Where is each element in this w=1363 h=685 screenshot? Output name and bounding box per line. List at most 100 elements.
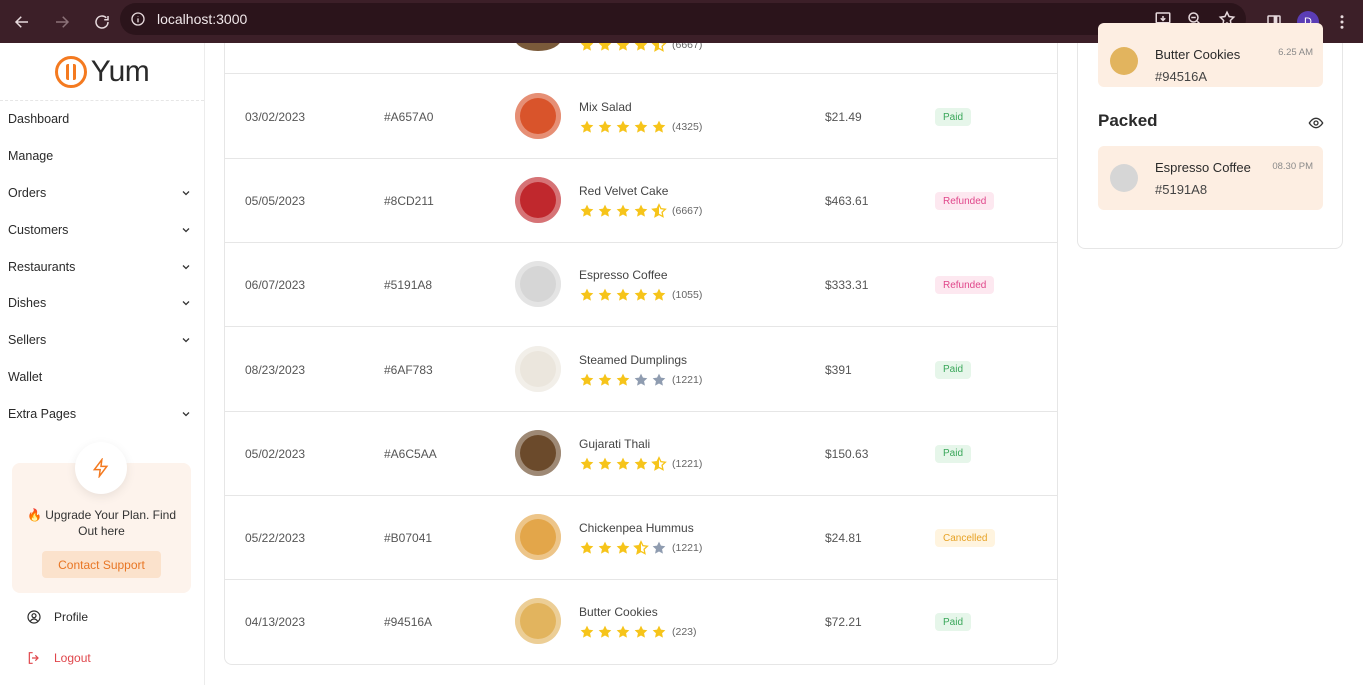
star-icon	[598, 373, 612, 386]
dish-name[interactable]: Steamed Dumplings	[579, 353, 687, 367]
address-bar[interactable]: localhost:3000	[120, 3, 1246, 35]
star-icon	[634, 373, 648, 386]
rating-stars: (223)	[579, 624, 697, 640]
table-row[interactable]: 05/02/2023 #A6C5AA Gujarati Thali (1221)…	[225, 412, 1057, 496]
order-id: #94516A	[1155, 69, 1208, 84]
half-star-icon	[651, 203, 667, 219]
rating-stars: (1055)	[579, 287, 702, 303]
sidebar-item-label: Dishes	[8, 296, 47, 311]
profile-link[interactable]: Profile	[26, 607, 88, 627]
more-menu-icon[interactable]	[1333, 13, 1351, 31]
half-star-icon	[651, 455, 667, 471]
star-icon	[580, 204, 594, 217]
order-id: #A657A0	[384, 110, 434, 124]
logout-link[interactable]: Logout	[26, 648, 91, 668]
sidebar-item-dashboard[interactable]: Dashboard	[0, 101, 204, 138]
sidebar-item-label: Orders	[8, 185, 47, 200]
order-id: #B07041	[384, 531, 433, 545]
dish-thumbnail	[515, 345, 561, 392]
rating-stars: (1221)	[579, 540, 702, 556]
sidebar-item-restaurants[interactable]: Restaurants	[0, 248, 204, 285]
back-icon[interactable]	[4, 4, 40, 40]
half-star-icon	[651, 43, 667, 52]
order-price: $463.61	[825, 194, 869, 209]
sidebar-item-manage[interactable]: Manage	[0, 138, 204, 175]
table-row[interactable]: 04/13/2023 #94516A Butter Cookies (223) …	[225, 580, 1057, 664]
user-circle-icon	[27, 610, 41, 624]
reload-icon[interactable]	[84, 4, 120, 40]
dish-thumbnail	[515, 43, 561, 51]
status-badge: Paid	[935, 444, 972, 463]
order-date: 05/05/2023	[245, 194, 306, 209]
star-icon	[634, 120, 648, 133]
review-count: (1055)	[672, 289, 703, 302]
chevron-down-icon	[182, 338, 190, 343]
review-count: (1221)	[672, 373, 703, 386]
order-id: #8CD211	[384, 194, 434, 209]
table-row[interactable]: 08/23/2023 #6AF783 Steamed Dumplings (12…	[225, 328, 1057, 412]
star-icon	[634, 43, 648, 51]
star-icon	[634, 204, 648, 217]
table-row[interactable]: 05/05/2023 #8CD211 Red Velvet Cake (6667…	[225, 159, 1057, 244]
star-icon	[580, 373, 594, 386]
url-text[interactable]: localhost:3000	[157, 11, 247, 27]
dish-name[interactable]: Red Velvet Cake	[579, 184, 668, 198]
sidebar-item-extra-pages[interactable]: Extra Pages	[0, 395, 204, 432]
star-icon	[580, 541, 594, 554]
dish-name[interactable]: Mix Salad	[579, 100, 632, 114]
order-dish-name: Espresso Coffee	[1155, 160, 1251, 175]
order-card[interactable]: Espresso Coffee #5191A8 08.30 PM	[1098, 146, 1323, 210]
table-row[interactable]: 05/22/2023 #B07041 Chickenpea Hummus (12…	[225, 496, 1057, 580]
order-price: $24.81	[825, 531, 862, 545]
status-badge: Paid	[935, 108, 972, 126]
order-date: 06/07/2023	[245, 278, 306, 293]
orders-table: (6667) 03/02/2023 #A657A0 Mix Salad (432…	[224, 43, 1058, 665]
review-count: (1221)	[672, 457, 703, 470]
star-icon	[616, 541, 630, 554]
order-price: $391	[825, 362, 852, 377]
order-time: 6.25 AM	[1278, 47, 1313, 58]
star-icon	[616, 625, 630, 638]
contact-support-button[interactable]: Contact Support	[42, 551, 161, 578]
dish-name[interactable]: Butter Cookies	[579, 605, 658, 619]
star-icon	[598, 204, 612, 217]
review-count: (4325)	[672, 121, 703, 133]
sidebar-item-orders[interactable]: Orders	[0, 175, 204, 212]
logo[interactable]: Yum	[0, 43, 204, 101]
star-icon	[616, 457, 630, 470]
profile-label: Profile	[54, 610, 89, 624]
sidebar-item-sellers[interactable]: Sellers	[0, 322, 204, 359]
sidebar-item-dishes[interactable]: Dishes	[0, 285, 204, 322]
sidebar-item-label: Sellers	[8, 333, 47, 348]
sidebar-item-customers[interactable]: Customers	[0, 211, 204, 248]
sidebar-item-label: Customers	[8, 222, 69, 237]
table-row[interactable]: 06/07/2023 #5191A8 Espresso Coffee (1055…	[225, 243, 1057, 328]
order-price: $333.31	[825, 278, 869, 293]
review-count: (6667)	[672, 205, 703, 218]
order-time: 08.30 PM	[1272, 161, 1313, 172]
site-info-icon[interactable]	[130, 11, 146, 27]
packed-title: Packed	[1098, 111, 1158, 130]
order-id: #5191A8	[1155, 182, 1208, 197]
star-icon	[634, 457, 648, 470]
chevron-down-icon	[182, 227, 190, 233]
table-row[interactable]: 03/02/2023 #A657A0 Mix Salad (4325) $21.…	[225, 75, 1057, 159]
dish-name[interactable]: Espresso Coffee	[579, 268, 668, 282]
review-count: (6667)	[672, 43, 703, 51]
star-icon	[598, 120, 612, 133]
order-date: 04/13/2023	[245, 615, 306, 630]
table-row[interactable]: (6667)	[225, 43, 1057, 74]
upgrade-text: 🔥 Upgrade Your Plan. Find Out here	[26, 508, 177, 538]
star-icon	[598, 43, 612, 51]
chevron-down-icon	[182, 264, 190, 269]
dish-name[interactable]: Gujarati Thali	[579, 437, 650, 451]
star-icon	[652, 120, 666, 133]
dish-thumbnail	[515, 177, 561, 224]
dish-name[interactable]: Chickenpea Hummus	[579, 521, 694, 535]
eye-icon[interactable]	[1308, 115, 1324, 131]
order-card[interactable]: Butter Cookies #94516A 6.25 AM	[1098, 23, 1323, 87]
rating-stars: (4325)	[579, 119, 702, 135]
dish-thumbnail	[515, 514, 561, 560]
forward-icon[interactable]	[44, 4, 80, 40]
sidebar-item-wallet[interactable]: Wallet	[0, 359, 204, 396]
